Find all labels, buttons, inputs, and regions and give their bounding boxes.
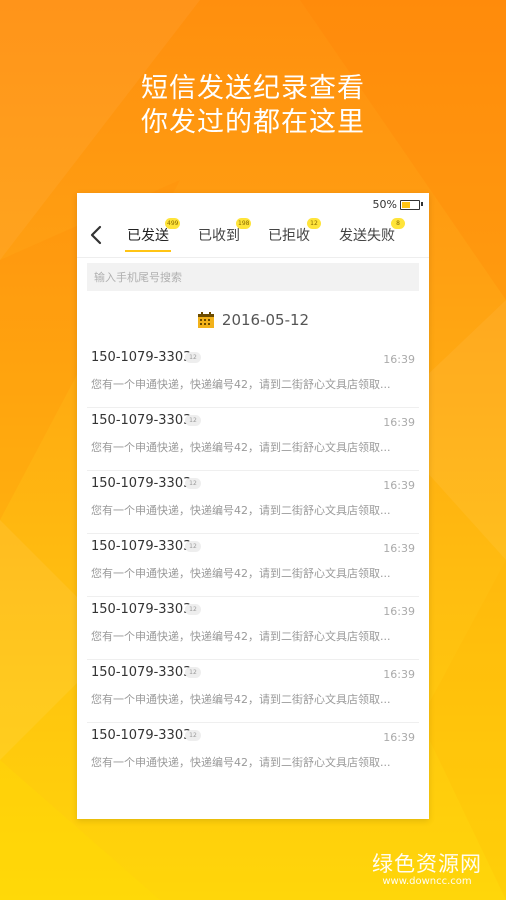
calendar-icon [197,312,214,328]
message-preview: 您有一个申通快递，快递编号42，请到二街舒心文具店领取... [91,504,391,517]
message-phone: 150-1079-3303 [91,539,192,554]
tab-failed[interactable]: 发送失败 8 [339,218,405,245]
message-phone: 150-1079-3303 [91,728,192,743]
tab-sent-label: 已发送 [127,228,169,244]
message-count-badge: 12 [185,352,201,363]
message-time: 16:39 [383,479,415,492]
headline-line-2: 你发过的都在这里 [141,107,365,138]
date-header: 2016-05-12 [77,311,429,335]
message-time: 16:39 [383,731,415,744]
tab-rejected[interactable]: 已拒收 12 [268,218,321,245]
message-preview: 您有一个申通快递，快递编号42，请到二街舒心文具店领取... [91,441,391,454]
battery-tip [421,202,423,206]
message-item[interactable]: 150-1079-3303 12 16:39 您有一个申通快递，快递编号42，请… [87,345,419,408]
message-time: 16:39 [383,353,415,366]
search-input[interactable] [87,263,419,291]
message-count-badge: 12 [185,730,201,741]
message-item[interactable]: 150-1079-3303 12 16:39 您有一个申通快递，快递编号42，请… [87,660,419,723]
message-item[interactable]: 150-1079-3303 12 16:39 您有一个申通快递，快递编号42，请… [87,597,419,660]
message-item[interactable]: 150-1079-3303 12 16:39 您有一个申通快递，快递编号42，请… [87,408,419,471]
message-phone: 150-1079-3303 [91,476,192,491]
message-preview: 您有一个申通快递，快递编号42，请到二街舒心文具店领取... [91,756,391,769]
date-text: 2016-05-12 [221,311,310,329]
tab-sent[interactable]: 已发送 499 [125,218,181,252]
message-preview: 您有一个申通快递，快递编号42，请到二街舒心文具店领取... [91,567,391,580]
watermark-name: 绿色资源网 [372,852,482,876]
message-phone: 150-1079-3303 [91,413,192,428]
watermark: 绿色资源网 www.downcc.com [372,852,482,888]
message-phone: 150-1079-3303 [91,602,192,617]
status-bar: 50% [77,193,429,215]
message-time: 16:39 [383,605,415,618]
tab-failed-label: 发送失败 [339,228,395,244]
message-list: 150-1079-3303 12 16:39 您有一个申通快递，快递编号42，请… [77,345,429,785]
message-phone: 150-1079-3303 [91,665,192,680]
phone-screen: 50% 已发送 499 已收到 198 已拒收 12 发送失败 8 输入手机尾号… [77,193,429,819]
message-count-badge: 12 [185,415,201,426]
tab-received-badge: 198 [236,218,252,229]
tab-rejected-badge: 12 [307,218,321,229]
message-time: 16:39 [383,416,415,429]
tab-bar: 已发送 499 已收到 198 已拒收 12 发送失败 8 [77,215,429,258]
battery-fill [402,202,410,208]
message-time: 16:39 [383,542,415,555]
tab-failed-badge: 8 [391,218,405,229]
message-time: 16:39 [383,668,415,681]
chevron-left-icon [90,225,102,245]
message-count-badge: 12 [185,667,201,678]
message-preview: 您有一个申通快递，快递编号42，请到二街舒心文具店领取... [91,630,391,643]
tab-received[interactable]: 已收到 198 [198,218,252,245]
active-tab-indicator [125,250,171,252]
message-count-badge: 12 [185,478,201,489]
message-preview: 您有一个申通快递，快递编号42，请到二街舒心文具店领取... [91,378,391,391]
tab-rejected-label: 已拒收 [268,228,310,244]
watermark-url: www.downcc.com [382,876,472,887]
back-button[interactable] [86,224,106,246]
tab-sent-badge: 499 [165,218,181,229]
message-item[interactable]: 150-1079-3303 12 16:39 您有一个申通快递，快递编号42，请… [87,723,419,785]
message-phone: 150-1079-3303 [91,350,192,365]
headline: 短信发送纪录查看 你发过的都在这里 [0,72,506,140]
message-count-badge: 12 [185,604,201,615]
headline-line-1: 短信发送纪录查看 [141,73,365,104]
message-item[interactable]: 150-1079-3303 12 16:39 您有一个申通快递，快递编号42，请… [87,471,419,534]
battery-icon [400,200,420,210]
message-item[interactable]: 150-1079-3303 12 16:39 您有一个申通快递，快递编号42，请… [87,534,419,597]
message-preview: 您有一个申通快递，快递编号42，请到二街舒心文具店领取... [91,693,391,706]
message-count-badge: 12 [185,541,201,552]
tab-received-label: 已收到 [198,228,240,244]
battery-text: 50% [372,198,397,211]
